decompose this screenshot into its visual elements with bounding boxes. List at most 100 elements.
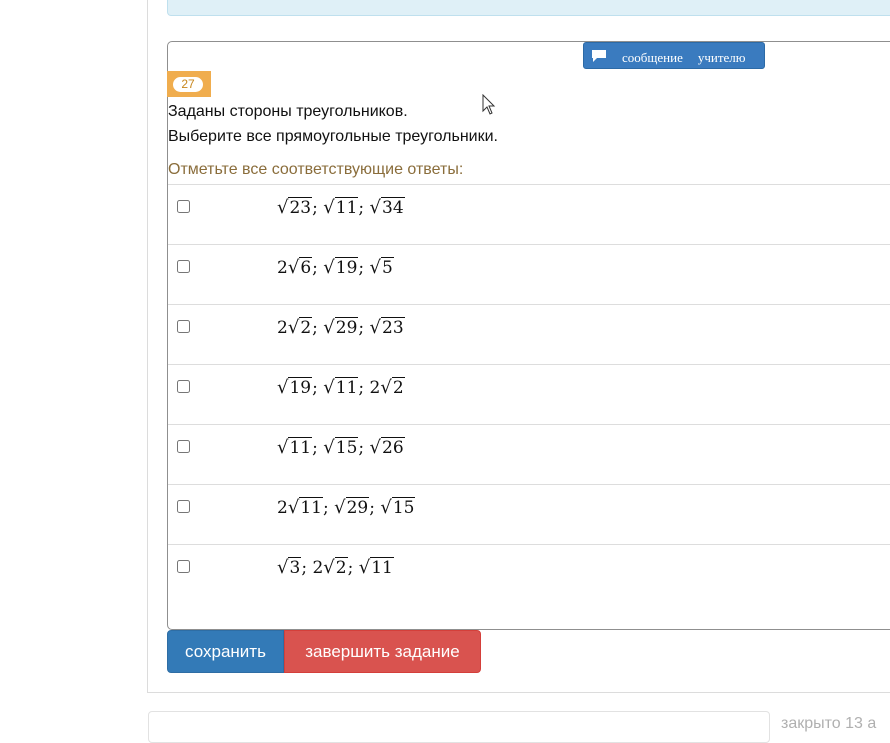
info-banner	[167, 0, 890, 16]
radical-sign: √	[277, 557, 289, 578]
radical-sign: √	[277, 437, 289, 458]
square-root: √15	[380, 494, 416, 522]
answer-row: 2√6; √19; √5	[168, 244, 890, 304]
separator: ;	[312, 198, 324, 218]
coefficient: 2	[277, 318, 288, 338]
separator: ;	[369, 498, 381, 518]
message-teacher-button[interactable]: сообщение учителю	[583, 42, 765, 69]
radicand: 2	[299, 317, 313, 338]
separator: ;	[358, 378, 370, 398]
square-root: √19	[323, 254, 359, 282]
radical-sign: √	[287, 317, 300, 338]
answer-row: √19; √11; 2√2	[168, 364, 890, 424]
square-root: √5	[370, 254, 394, 282]
separator: ;	[358, 438, 370, 458]
radicand: 11	[299, 497, 323, 518]
answer-expression: √23; √11; √34	[277, 194, 405, 222]
question-line-1: Заданы стороны треугольников.	[168, 103, 408, 120]
task-number: 27	[173, 77, 203, 92]
radicand: 15	[334, 437, 359, 458]
square-root: √6	[287, 254, 313, 282]
square-root: √11	[277, 434, 313, 462]
radicand: 29	[345, 497, 370, 518]
coefficient: 2	[277, 258, 288, 278]
radical-sign: √	[358, 557, 371, 578]
instruction-text: Отметьте все соответствующие ответы:	[168, 161, 464, 178]
separator: ;	[322, 498, 335, 518]
square-root: √2	[380, 374, 405, 402]
answer-checkbox[interactable]	[177, 260, 190, 273]
square-root: √29	[334, 494, 370, 522]
square-root: √15	[323, 434, 359, 462]
radical-sign: √	[323, 197, 335, 218]
radical-sign: √	[323, 557, 335, 578]
radical-sign: √	[369, 437, 382, 458]
separator: ;	[312, 258, 324, 278]
square-root: √34	[370, 194, 405, 222]
answer-expression: √19; √11; 2√2	[277, 374, 405, 402]
answer-expression: √11; √15; √26	[277, 434, 405, 462]
separator: ;	[358, 198, 370, 218]
task-number-badge: 27	[167, 71, 211, 97]
separator: ;	[312, 438, 324, 458]
closed-status-text: закрыто 13 а	[781, 715, 877, 732]
radicand: 11	[370, 557, 394, 578]
radicand: 11	[288, 437, 313, 458]
radicand: 11	[334, 377, 359, 398]
answer-expression: 2√6; √19; √5	[277, 254, 394, 282]
radicand: 11	[334, 197, 359, 218]
save-button[interactable]: сохранить	[167, 630, 284, 673]
radical-sign: √	[323, 437, 335, 458]
coefficient: 2	[369, 378, 381, 398]
answer-row: 2√2; √29; √23	[168, 304, 890, 364]
separator: ;	[358, 258, 370, 278]
square-root: √23	[277, 194, 313, 222]
radicand: 2	[391, 377, 405, 398]
answer-list: √23; √11; √34 2√6; √19; √5 2√2; √29; √23 √1…	[168, 184, 890, 604]
answer-checkbox[interactable]	[177, 500, 190, 513]
radical-sign: √	[287, 257, 300, 278]
answer-checkbox[interactable]	[177, 320, 190, 333]
radicand: 5	[381, 257, 394, 278]
finish-task-button[interactable]: завершить задание	[284, 630, 481, 673]
mouse-cursor-icon	[482, 94, 496, 115]
radicand: 26	[381, 437, 405, 458]
answer-checkbox[interactable]	[177, 380, 190, 393]
message-teacher-word2: учителю	[697, 49, 746, 65]
radicand: 23	[288, 197, 313, 218]
coefficient: 2	[277, 498, 288, 518]
radical-sign: √	[369, 317, 382, 338]
question-text: Заданы стороны треугольников. Выберите в…	[168, 99, 498, 149]
radicand: 15	[391, 497, 416, 518]
radical-sign: √	[380, 497, 392, 518]
separator: ;	[358, 318, 370, 338]
answer-row: √23; √11; √34	[168, 184, 890, 244]
square-root: √11	[323, 374, 359, 402]
square-root: √11	[359, 554, 394, 582]
answer-expression: 2√11; √29; √15	[277, 494, 416, 522]
separator: ;	[347, 558, 359, 578]
radicand: 29	[334, 317, 359, 338]
answer-row: √11; √15; √26	[168, 424, 890, 484]
square-root: √2	[323, 554, 348, 582]
square-root: √2	[287, 314, 313, 342]
square-root: √26	[370, 434, 405, 462]
answer-checkbox[interactable]	[177, 560, 190, 573]
coefficient: 2	[312, 558, 324, 578]
radical-sign: √	[369, 257, 382, 278]
radical-sign: √	[287, 497, 300, 518]
radicand: 19	[288, 377, 313, 398]
square-root: √3	[277, 554, 302, 582]
bottom-panel	[148, 711, 770, 743]
answer-checkbox[interactable]	[177, 200, 190, 213]
radical-sign: √	[323, 317, 335, 338]
radical-sign: √	[323, 257, 335, 278]
question-line-2: Выберите все прямоугольные треугольники.	[168, 128, 498, 145]
answer-expression: 2√2; √29; √23	[277, 314, 405, 342]
radicand: 2	[334, 557, 348, 578]
radicand: 34	[381, 197, 405, 218]
radical-sign: √	[277, 197, 289, 218]
chat-bubble-icon	[592, 49, 606, 62]
answer-row: √3; 2√2; √11	[168, 544, 890, 604]
answer-checkbox[interactable]	[177, 440, 190, 453]
